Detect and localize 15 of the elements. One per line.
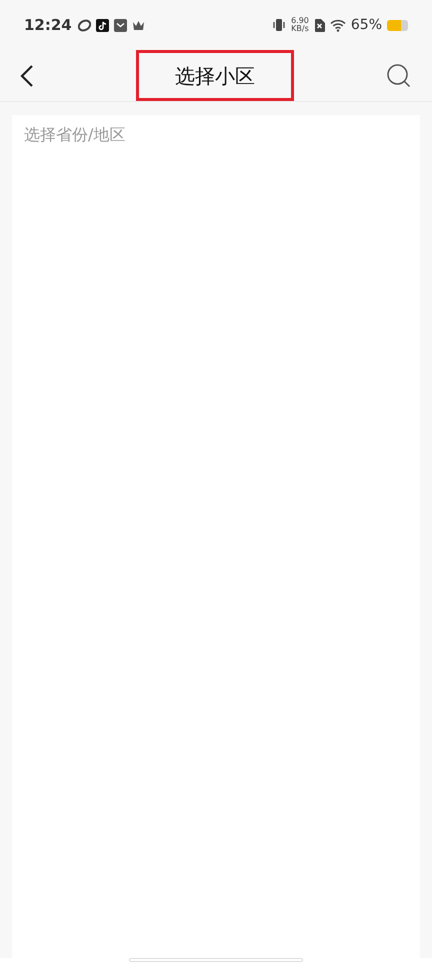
speed-unit: KB/s bbox=[291, 25, 309, 33]
status-time: 12:24 bbox=[24, 14, 72, 36]
no-sim-icon bbox=[314, 18, 325, 32]
app-notification-icon bbox=[78, 18, 91, 32]
mail-icon bbox=[114, 18, 127, 32]
page-title: 选择小区 bbox=[136, 50, 294, 101]
wifi-icon bbox=[330, 18, 346, 32]
music-note-icon bbox=[96, 18, 109, 32]
battery-icon bbox=[387, 20, 408, 30]
crown-icon bbox=[132, 20, 145, 30]
search-button[interactable] bbox=[386, 62, 412, 88]
network-speed: 6.90 bbox=[291, 17, 309, 25]
battery-percent: 65% bbox=[350, 16, 382, 34]
vibrate-icon bbox=[272, 18, 286, 32]
region-picker-placeholder[interactable]: 选择省份/地区 bbox=[24, 123, 408, 147]
